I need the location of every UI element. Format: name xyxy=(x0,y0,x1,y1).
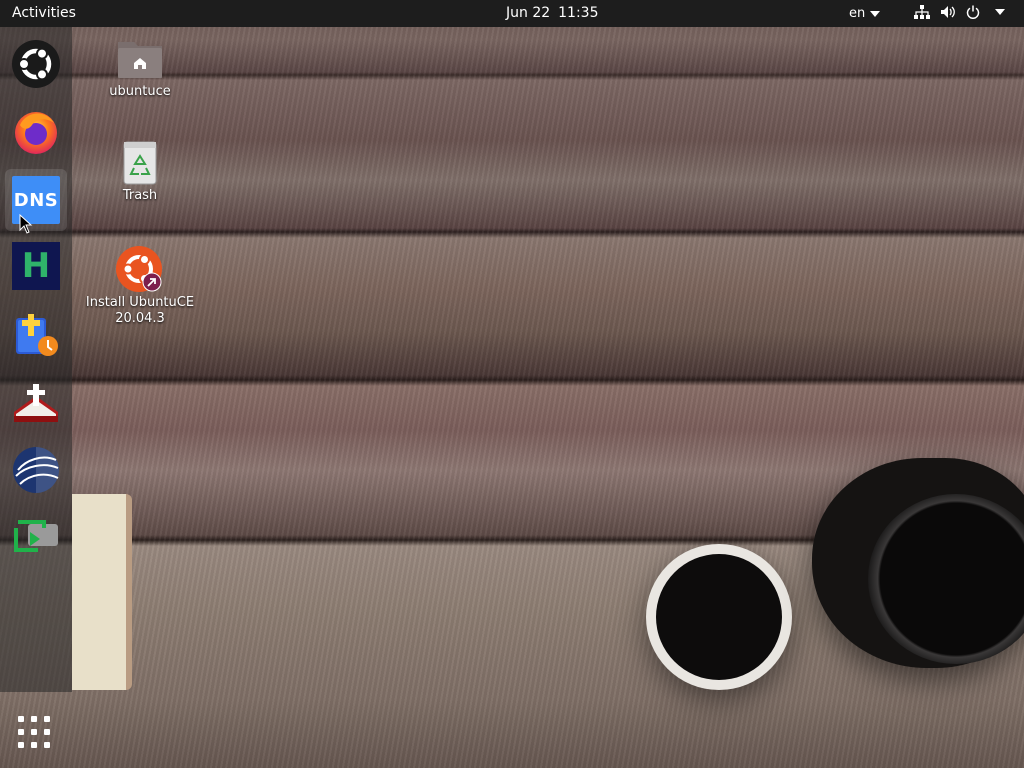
chevron-down-icon xyxy=(870,10,881,17)
home-folder-icon xyxy=(118,42,162,78)
firefox-icon xyxy=(15,112,57,154)
clock[interactable]: Jun 22 11:35 xyxy=(506,5,599,21)
activities-button[interactable]: Activities xyxy=(12,5,76,21)
top-bar: Activities Jun 22 11:35 en xyxy=(0,0,1024,27)
mouse-cursor-icon xyxy=(19,214,33,234)
wallpaper-book xyxy=(72,494,132,690)
network-icon xyxy=(914,5,930,19)
ubuntu-installer-icon xyxy=(116,246,162,292)
bible-book-icon xyxy=(14,384,58,422)
ubuntu-icon xyxy=(12,40,60,88)
desktop-icon-label-line2: 20.04.3 xyxy=(115,311,165,326)
dock-item-globe-app[interactable] xyxy=(11,445,61,495)
desktop-icon-label-line1: Install UbuntuCE xyxy=(85,295,195,310)
wallpaper-coffee-cup xyxy=(646,544,792,690)
dock-item-h-app[interactable]: H xyxy=(11,241,61,291)
chevron-down-icon xyxy=(995,9,1005,15)
bible-app-icon xyxy=(16,314,58,356)
dns-icon-label: DNS xyxy=(13,189,59,211)
system-menu[interactable] xyxy=(914,5,1005,19)
desktop-icon-label: Trash xyxy=(122,188,158,203)
globe-app-icon xyxy=(13,447,59,493)
clock-time: 11:35 xyxy=(558,5,599,21)
h-app-icon-label: H xyxy=(21,246,51,286)
dock-item-bible-app[interactable] xyxy=(11,309,61,359)
dock: DNS H xyxy=(0,27,72,692)
desktop-icon-home-folder[interactable]: ubuntuce xyxy=(85,36,195,100)
language-label: en xyxy=(849,6,866,21)
dock-item-dns[interactable]: DNS xyxy=(5,169,67,231)
trash-icon xyxy=(123,141,157,185)
desktop-wallpaper xyxy=(0,0,1024,768)
dock-item-firefox[interactable] xyxy=(11,106,61,156)
screen-recorder-icon xyxy=(14,520,58,552)
h-app-icon: H xyxy=(12,242,60,290)
desktop-icon-label: ubuntuce xyxy=(109,84,171,99)
dock-item-bible-book[interactable] xyxy=(11,377,61,427)
dock-item-ubuntu[interactable] xyxy=(11,39,61,89)
clock-date: Jun 22 xyxy=(506,5,551,21)
show-applications-button[interactable] xyxy=(18,716,54,752)
desktop-icon-install-ubuntuce[interactable]: Install UbuntuCE 20.04.3 xyxy=(85,245,195,327)
dock-item-screen-recorder[interactable] xyxy=(11,513,61,563)
power-icon xyxy=(966,5,980,19)
volume-icon xyxy=(940,5,956,19)
language-indicator[interactable]: en xyxy=(849,6,881,21)
desktop-icon-trash[interactable]: Trash xyxy=(85,140,195,204)
wallpaper-coffee-pot xyxy=(812,458,1024,668)
